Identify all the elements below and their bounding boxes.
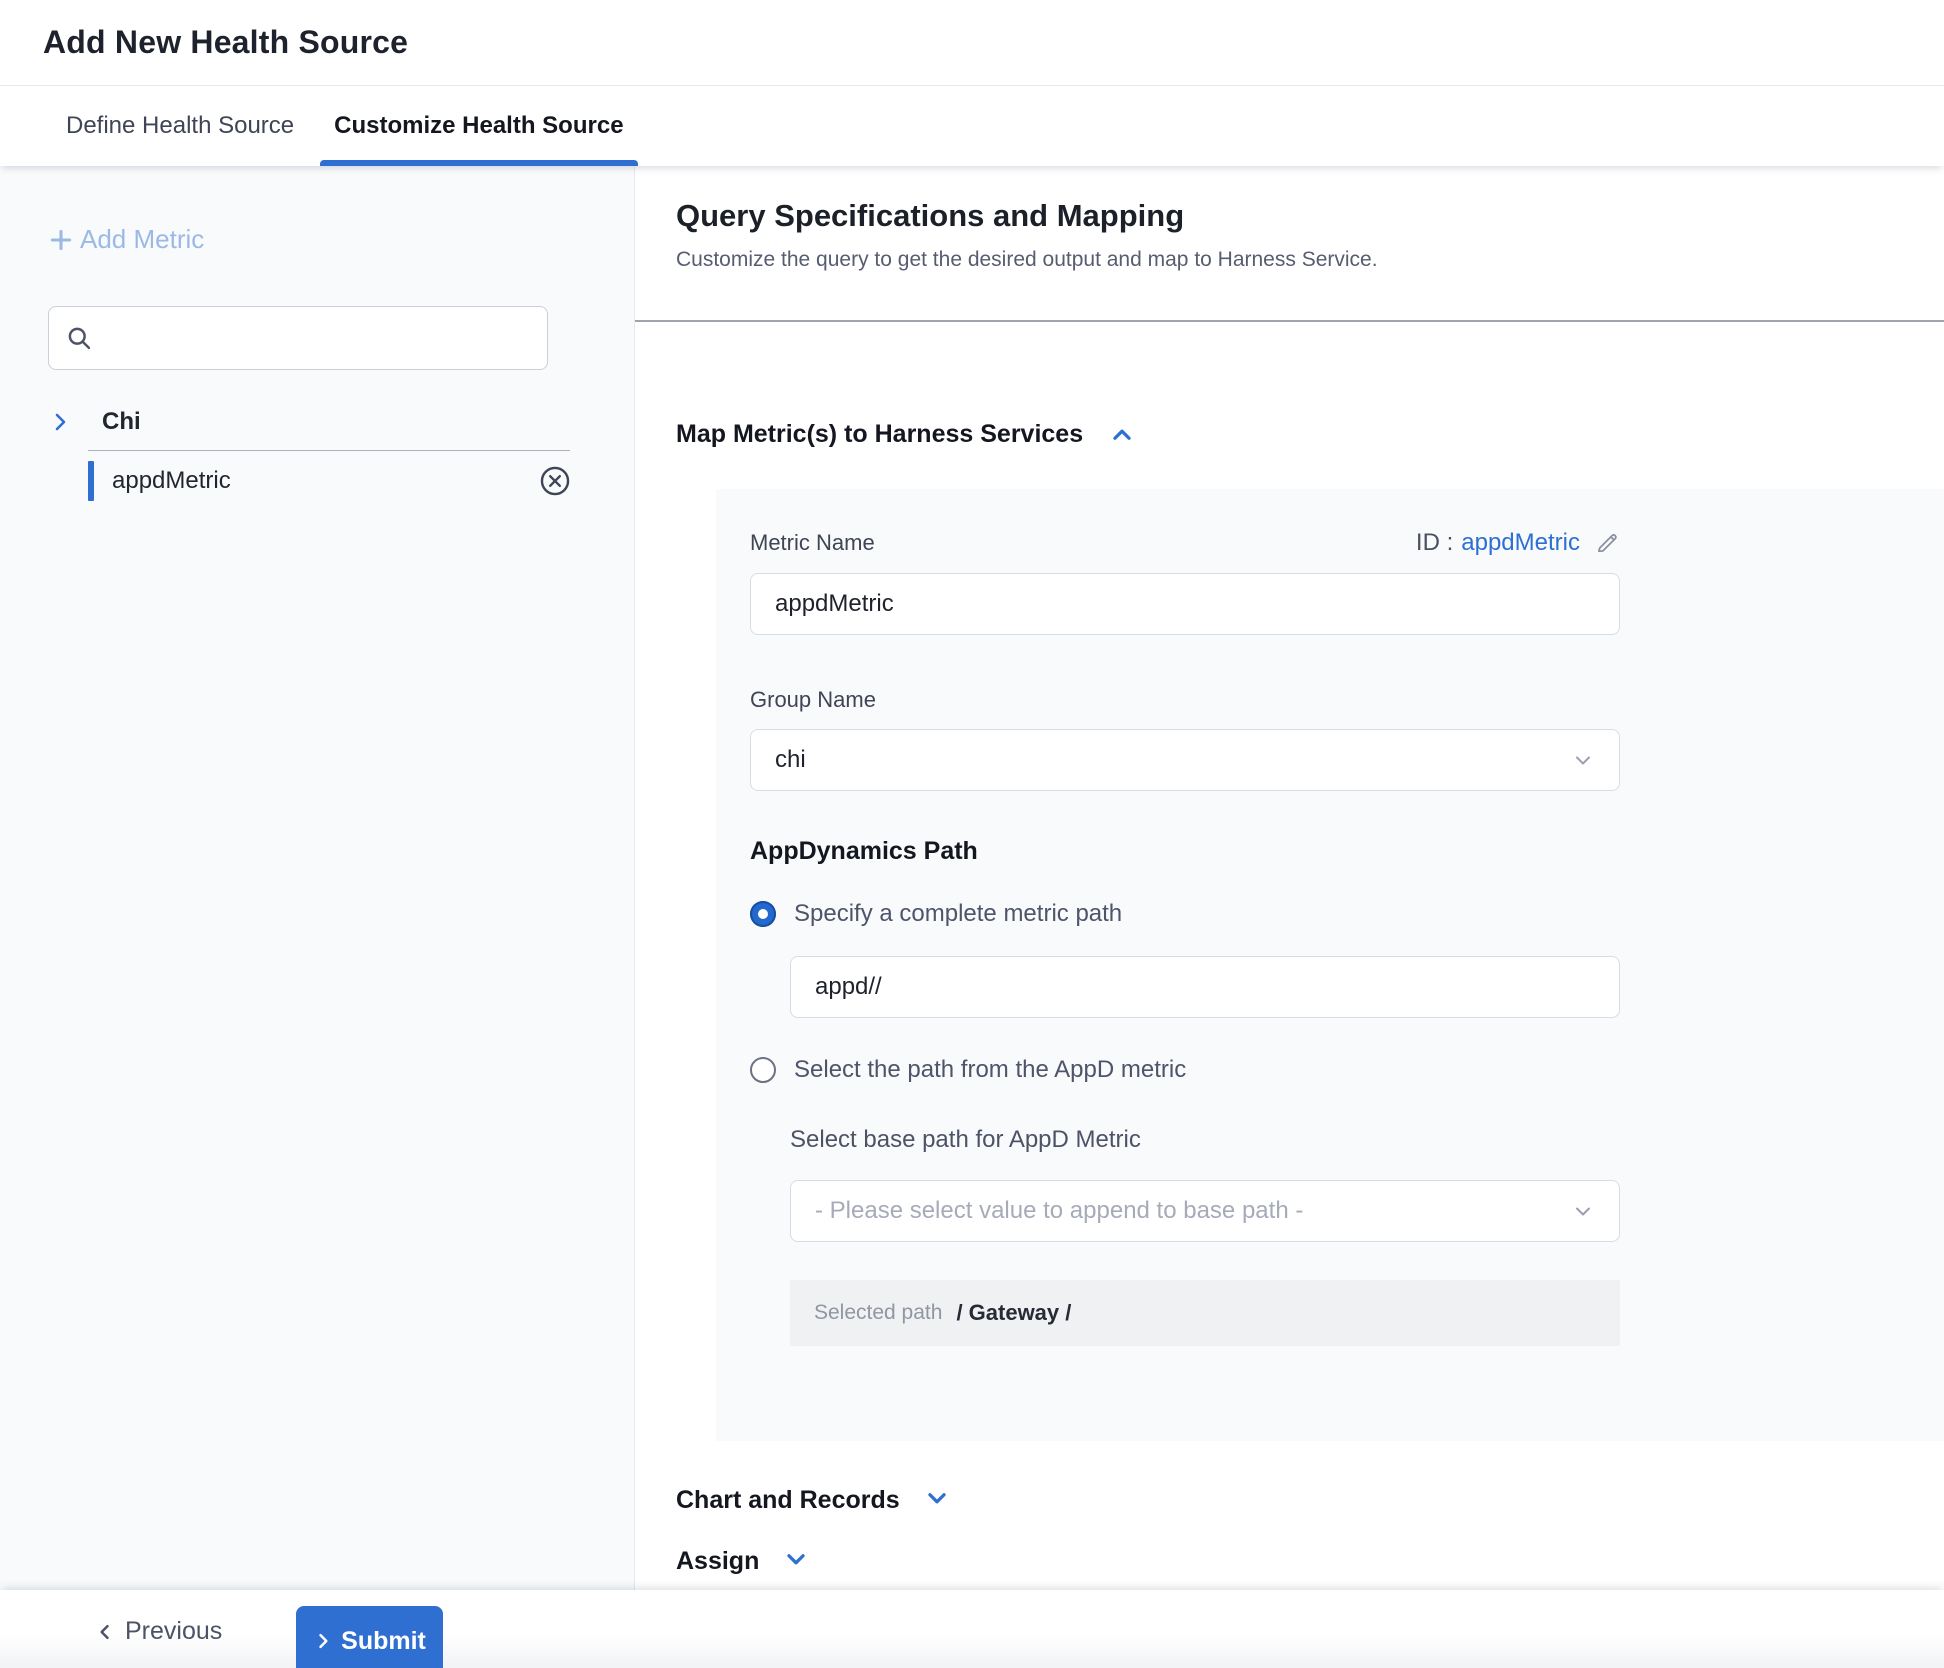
- chevron-right-icon: [313, 1631, 333, 1651]
- radio-select-path-label: Select the path from the AppD metric: [794, 1056, 1186, 1084]
- selected-path-label: Selected path: [814, 1301, 942, 1325]
- chevron-down-icon: [1571, 748, 1595, 772]
- submit-button-label: Submit: [341, 1627, 426, 1656]
- chevron-down-icon: [1571, 1199, 1595, 1223]
- previous-button[interactable]: Previous: [95, 1617, 222, 1646]
- add-metric-button[interactable]: Add Metric: [48, 224, 204, 255]
- edit-pencil-icon[interactable]: [1594, 530, 1620, 556]
- panel-subtitle: Customize the query to get the desired o…: [676, 248, 1944, 272]
- base-path-select[interactable]: - Please select value to append to base …: [790, 1180, 1620, 1242]
- metric-list-item[interactable]: appdMetric: [88, 451, 572, 511]
- base-path-label: Select base path for AppD Metric: [790, 1126, 1620, 1154]
- chevron-right-icon[interactable]: [48, 410, 72, 434]
- metric-item-label: appdMetric: [112, 467, 538, 495]
- chevron-down-icon[interactable]: [783, 1546, 809, 1577]
- group-name-label: Group Name: [750, 687, 1620, 713]
- search-icon: [65, 324, 93, 352]
- panel-divider: [635, 320, 1944, 322]
- map-metrics-section-header[interactable]: Map Metric(s) to Harness Services: [676, 420, 1944, 449]
- query-spec-panel: Query Specifications and Mapping Customi…: [635, 166, 1944, 1590]
- tab-customize-health-source[interactable]: Customize Health Source: [320, 86, 637, 166]
- metric-name-input[interactable]: [750, 573, 1620, 635]
- metric-group-name: Chi: [102, 408, 141, 436]
- dialog-body: Add Metric Chi appdMetric Query Specific…: [0, 166, 1944, 1590]
- delete-metric-icon[interactable]: [538, 464, 572, 498]
- appdynamics-path-heading: AppDynamics Path: [750, 837, 1620, 866]
- chevron-down-icon[interactable]: [924, 1485, 950, 1516]
- page-title: Add New Health Source: [43, 24, 408, 61]
- tab-define-health-source[interactable]: Define Health Source: [52, 86, 308, 166]
- group-name-value: chi: [775, 746, 1571, 774]
- radio-row-select-path[interactable]: Select the path from the AppD metric: [750, 1056, 1620, 1084]
- submit-button[interactable]: Submit: [296, 1606, 443, 1668]
- radio-complete-path-label: Specify a complete metric path: [794, 900, 1122, 928]
- plus-icon: [48, 227, 74, 253]
- id-label: ID :: [1416, 529, 1453, 557]
- group-name-select[interactable]: chi: [750, 729, 1620, 791]
- metric-sidebar: Add Metric Chi appdMetric: [0, 166, 635, 1590]
- dialog-header: Add New Health Source: [0, 0, 1944, 86]
- metric-name-label: Metric Name: [750, 530, 875, 556]
- id-value-link[interactable]: appdMetric: [1461, 529, 1580, 557]
- selected-path-value: / Gateway /: [956, 1300, 1071, 1326]
- complete-metric-path-input[interactable]: [790, 956, 1620, 1018]
- add-metric-label: Add Metric: [80, 224, 204, 255]
- chart-and-records-heading: Chart and Records: [676, 1486, 900, 1515]
- assign-section-header[interactable]: Assign: [676, 1546, 1944, 1577]
- map-metrics-heading: Map Metric(s) to Harness Services: [676, 420, 1083, 449]
- dialog-footer: Previous Submit: [0, 1590, 1944, 1668]
- radio-complete-path[interactable]: [750, 901, 776, 927]
- map-metrics-card: Metric Name ID : appdMetric Group Name c…: [716, 489, 1944, 1441]
- metric-group-row[interactable]: Chi: [48, 408, 634, 436]
- chevron-up-icon[interactable]: [1109, 422, 1135, 448]
- radio-select-path[interactable]: [750, 1057, 776, 1083]
- selected-indicator-bar: [88, 461, 94, 501]
- radio-row-complete-path[interactable]: Specify a complete metric path: [750, 900, 1620, 928]
- assign-heading: Assign: [676, 1547, 759, 1576]
- selected-path-box: Selected path / Gateway /: [790, 1280, 1620, 1346]
- metric-search-box: [48, 306, 548, 370]
- previous-button-label: Previous: [125, 1617, 222, 1646]
- metric-search-input[interactable]: [105, 325, 531, 351]
- panel-title: Query Specifications and Mapping: [676, 198, 1944, 234]
- chart-and-records-section-header[interactable]: Chart and Records: [676, 1485, 1944, 1516]
- tab-bar: Define Health Source Customize Health So…: [0, 86, 1944, 166]
- chevron-left-icon: [95, 1622, 115, 1642]
- base-path-placeholder: - Please select value to append to base …: [815, 1197, 1571, 1225]
